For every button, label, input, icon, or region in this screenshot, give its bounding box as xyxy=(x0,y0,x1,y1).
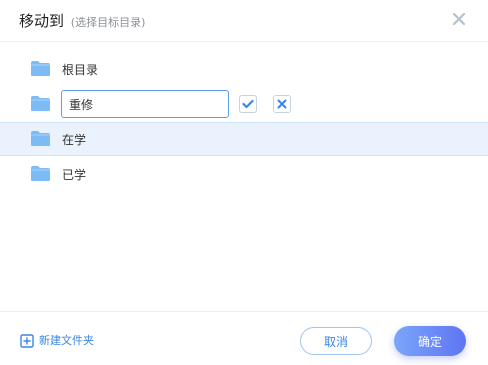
checkmark-icon[interactable] xyxy=(239,95,257,113)
confirm-button[interactable]: 确定 xyxy=(394,326,466,356)
folder-icon xyxy=(30,165,51,182)
plus-square-icon xyxy=(20,333,34,348)
dialog-title: 移动到 (选择目标目录) xyxy=(19,10,145,31)
folder-icon xyxy=(30,60,51,77)
new-folder-link[interactable]: 新建文件夹 xyxy=(20,332,94,348)
folder-label: 在学 xyxy=(62,133,87,147)
dialog-subtitle: (选择目标目录) xyxy=(70,16,146,29)
dialog-footer: 新建文件夹 取消 确定 xyxy=(0,311,488,365)
close-icon[interactable] xyxy=(450,10,468,28)
cancel-button[interactable]: 取消 xyxy=(300,327,372,355)
folder-row-selected[interactable]: 在学 xyxy=(0,122,488,156)
folder-icon xyxy=(30,95,51,112)
dialog-title-text: 移动到 xyxy=(19,12,65,30)
dialog-header: 移动到 (选择目标目录) xyxy=(0,0,488,42)
new-folder-label: 新建文件夹 xyxy=(39,334,94,347)
move-to-dialog: 移动到 (选择目标目录) 根目录 重修 在学 已学 新建文件夹 取消 确定 xyxy=(0,0,488,365)
folder-row-rename xyxy=(0,87,488,121)
folder-icon xyxy=(30,130,51,147)
folder-row[interactable]: 已学 xyxy=(0,157,488,191)
folder-row-root[interactable]: 根目录 xyxy=(0,52,488,86)
x-icon[interactable] xyxy=(273,95,291,113)
folder-label: 已学 xyxy=(62,168,87,182)
folder-name-input[interactable] xyxy=(61,90,229,118)
folder-label: 根目录 xyxy=(62,63,99,77)
